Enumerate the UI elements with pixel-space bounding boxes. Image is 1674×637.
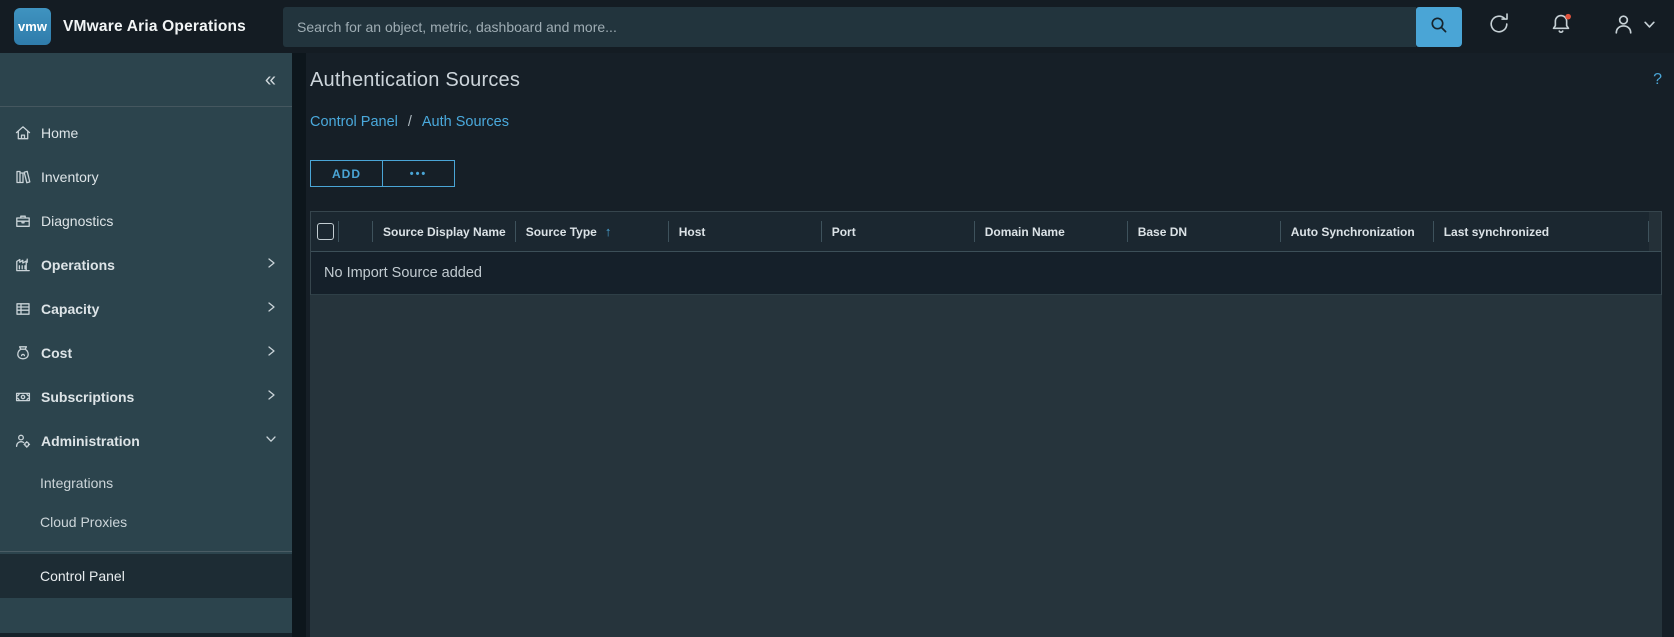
sidebar-subitem-label: Integrations	[40, 474, 114, 491]
sidebar-subitem-label: Cloud Proxies	[40, 513, 128, 530]
sidebar-item-label: Subscriptions	[41, 389, 135, 405]
page-title: Authentication Sources	[310, 69, 521, 91]
select-all-cell	[311, 212, 339, 251]
refresh-button[interactable]	[1486, 11, 1512, 42]
top-bar: vmw VMware Aria Operations	[0, 0, 1674, 53]
sidebar-nav: Home Inventory Diagnostics Operations Ca…	[0, 107, 292, 541]
sidebar-subitem-label: Control Panel	[40, 568, 125, 584]
sidebar-item-capacity[interactable]: Capacity	[0, 287, 292, 331]
breadcrumb-link-control-panel[interactable]: Control Panel	[310, 114, 398, 130]
sidebar-item-label: Diagnostics	[41, 213, 114, 229]
chevron-down-icon	[1643, 18, 1656, 36]
column-header-auto-synchronization[interactable]: Auto Synchronization	[1281, 212, 1434, 251]
sidebar-subitem-cloud-proxies[interactable]: Cloud Proxies	[0, 502, 292, 541]
subscriptions-icon	[14, 388, 32, 406]
column-header-base-dn[interactable]: Base DN	[1128, 212, 1281, 251]
breadcrumb: Control Panel / Auth Sources	[310, 114, 1662, 130]
sidebar-item-label: Administration	[41, 433, 140, 449]
search-icon	[1427, 13, 1451, 40]
home-icon	[14, 124, 32, 142]
empty-message: No Import Source added	[324, 265, 482, 281]
table-header-row: Source Display Name Source Type ↑ Host P…	[311, 212, 1661, 252]
notifications-button[interactable]	[1548, 11, 1574, 42]
table-empty-row: No Import Source added	[311, 252, 1661, 295]
brand-home-link[interactable]: vmw VMware Aria Operations	[0, 8, 283, 45]
column-header-source-type[interactable]: Source Type ↑	[516, 212, 669, 251]
select-all-checkbox[interactable]	[316, 223, 334, 240]
add-button[interactable]: ADD	[310, 160, 383, 187]
app-title: VMware Aria Operations	[63, 17, 246, 35]
diagnostics-icon	[14, 212, 32, 230]
vmware-logo: vmw	[14, 8, 51, 45]
sidebar-content-gap	[292, 53, 306, 637]
sidebar-divider	[0, 551, 292, 552]
search-button[interactable]	[1416, 6, 1462, 47]
global-search	[283, 6, 1462, 47]
inventory-icon	[14, 168, 32, 186]
sidebar-item-label: Cost	[41, 345, 73, 361]
chevron-down-icon	[264, 432, 278, 451]
sidebar-item-operations[interactable]: Operations	[0, 243, 292, 287]
table-header-spacer	[339, 212, 373, 251]
column-header-source-display-name[interactable]: Source Display Name	[373, 212, 516, 251]
sidebar-item-subscriptions[interactable]: Subscriptions	[0, 375, 292, 419]
notification-badge	[1565, 13, 1571, 20]
table-empty-area	[310, 295, 1662, 637]
column-header-last-synchronized[interactable]: Last synchronized	[1434, 212, 1650, 251]
sidebar-item-label: Inventory	[41, 169, 99, 185]
sidebar-collapse-button[interactable]: «	[265, 70, 276, 90]
scrollbar-spacer	[1649, 212, 1661, 251]
sidebar-item-diagnostics[interactable]: Diagnostics	[0, 199, 292, 243]
sidebar-header: «	[0, 53, 292, 107]
toolbar: ADD •••	[310, 160, 1662, 187]
chevron-right-icon	[264, 256, 278, 275]
sidebar-item-home[interactable]: Home	[0, 111, 292, 155]
cost-icon	[14, 344, 32, 362]
sidebar-subitem-control-panel-selected[interactable]: Control Panel	[0, 554, 292, 598]
more-actions-button[interactable]: •••	[382, 160, 455, 187]
sidebar: « Home Inventory Diagnostics Operations …	[0, 53, 292, 637]
sidebar-filler	[0, 598, 292, 633]
breadcrumb-link-auth-sources[interactable]: Auth Sources	[422, 114, 509, 130]
refresh-icon	[1486, 11, 1512, 42]
help-icon[interactable]: ?	[1653, 69, 1662, 89]
main-content: Authentication Sources ? Control Panel /…	[306, 53, 1674, 637]
chevron-right-icon	[264, 388, 278, 407]
sidebar-item-cost[interactable]: Cost	[0, 331, 292, 375]
search-input[interactable]	[283, 6, 1416, 47]
administration-icon	[14, 432, 32, 450]
column-header-host[interactable]: Host	[669, 212, 822, 251]
sidebar-item-label: Operations	[41, 257, 115, 273]
chevron-right-icon	[264, 344, 278, 363]
column-header-domain-name[interactable]: Domain Name	[975, 212, 1128, 251]
breadcrumb-separator: /	[407, 114, 412, 130]
capacity-icon	[14, 300, 32, 318]
topbar-actions	[1462, 11, 1674, 43]
sort-ascending-icon: ↑	[604, 224, 612, 239]
chevron-right-icon	[264, 300, 278, 319]
operations-icon	[14, 256, 32, 274]
sidebar-subitem-integrations[interactable]: Integrations	[0, 463, 292, 502]
user-icon	[1610, 11, 1637, 43]
sidebar-item-label: Home	[41, 125, 79, 141]
sidebar-item-administration[interactable]: Administration	[0, 419, 292, 463]
sidebar-bottom-edge	[0, 633, 292, 637]
user-menu[interactable]	[1610, 11, 1656, 43]
bell-icon	[1548, 11, 1574, 42]
sidebar-item-label: Capacity	[41, 301, 100, 317]
auth-sources-table: Source Display Name Source Type ↑ Host P…	[310, 211, 1662, 295]
sidebar-item-inventory[interactable]: Inventory	[0, 155, 292, 199]
column-header-port[interactable]: Port	[822, 212, 975, 251]
